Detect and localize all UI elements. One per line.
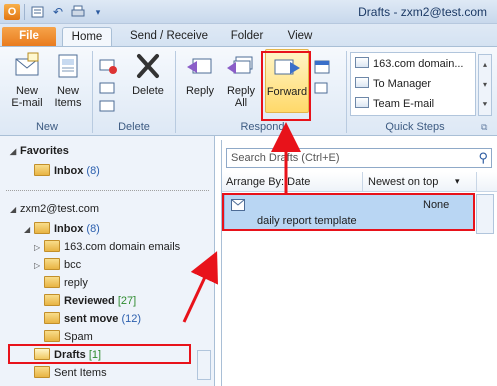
- annotation-arrows: [182, 122, 301, 323]
- arrow-to-message: [182, 251, 218, 323]
